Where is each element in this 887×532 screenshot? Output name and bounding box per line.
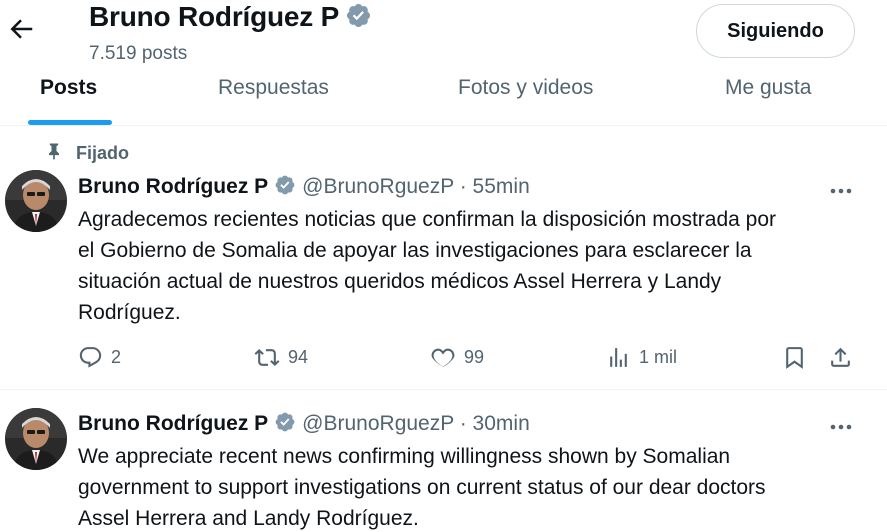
bookmark-button[interactable] [782,343,807,371]
views-icon [606,345,631,370]
bookmark-icon [782,345,807,370]
share-icon [828,345,853,370]
share-button[interactable] [828,343,853,371]
reply-count: 2 [111,346,122,367]
author-name[interactable]: Bruno Rodríguez P [78,412,268,435]
tab-replies[interactable]: Respuestas [218,66,329,126]
views-button[interactable]: 1 mil [606,343,677,371]
tweet-text: We appreciate recent news confirming wil… [78,441,878,532]
pinned-label: Fijado [44,141,129,166]
profile-tabs: Posts Respuestas Fotos y videos Me gusta [0,66,887,126]
like-count: 99 [464,346,485,367]
avatar[interactable] [5,170,67,232]
tweet-header: Bruno Rodríguez P @BrunoRguezP · 55min [78,174,530,202]
back-arrow-icon[interactable] [6,14,36,44]
tweet[interactable]: Fijado Bruno Rodríguez P @BrunoRguezP · 5… [0,127,887,390]
reply-icon [78,345,103,370]
tweet-header: Bruno Rodríguez P @BrunoRguezP · 30min [78,411,530,439]
tweet-text-line: Rodríguez. [78,301,181,324]
tweet-time[interactable]: 55min [473,175,530,198]
tweet-text-line: Assel Herrera and Landy Rodríguez. [78,507,419,530]
active-tab-indicator [28,120,112,125]
author-name[interactable]: Bruno Rodríguez P [78,175,268,198]
tab-likes[interactable]: Me gusta [725,66,811,126]
separator-dot: · [459,412,467,435]
tweet[interactable]: Bruno Rodríguez P @BrunoRguezP · 30min We… [0,391,887,532]
author-handle[interactable]: @BrunoRguezP [302,412,454,435]
profile-name-text: Bruno Rodríguez P [89,1,340,32]
tweet-text: Agradecemos recientes noticias que confi… [78,204,878,328]
like-icon [430,345,456,370]
author-handle[interactable]: @BrunoRguezP [302,175,454,198]
repost-button[interactable]: 94 [254,343,308,371]
tweet-text-line: government to support investigations on … [78,476,766,499]
views-count: 1 mil [639,346,678,367]
repost-icon [254,345,280,370]
tab-posts[interactable]: Posts [40,66,97,126]
separator-dot: · [459,175,467,198]
pin-icon [44,141,64,166]
pinned-text: Fijado [76,143,129,163]
reply-button[interactable]: 2 [78,343,121,371]
tweet-time[interactable]: 30min [473,412,530,435]
tweet-text-line: Agradecemos recientes noticias que confi… [78,208,777,231]
repost-count: 94 [288,346,309,367]
more-icon[interactable] [828,417,854,437]
verified-badge-icon [274,411,296,439]
verified-badge-icon [274,174,296,202]
more-icon[interactable] [828,181,854,201]
profile-header: Bruno Rodríguez P 7.519 posts Siguiendo [0,0,887,64]
like-button[interactable]: 99 [430,343,484,371]
avatar[interactable] [5,408,67,470]
posts-count: 7.519 posts [89,43,188,64]
tweet-text-line: situación actual de nuestros queridos mé… [78,270,722,293]
following-button[interactable]: Siguiendo [696,4,855,58]
tweet-text-line: We appreciate recent news confirming wil… [78,445,731,468]
verified-badge-icon [345,2,372,36]
tab-photos-videos[interactable]: Fotos y videos [458,66,593,126]
profile-name: Bruno Rodríguez P [89,1,372,36]
tweet-text-line: el Gobierno de Somalia de apoyar las inv… [78,239,752,262]
tweet-actions: 2 94 99 1 mil [0,339,887,375]
